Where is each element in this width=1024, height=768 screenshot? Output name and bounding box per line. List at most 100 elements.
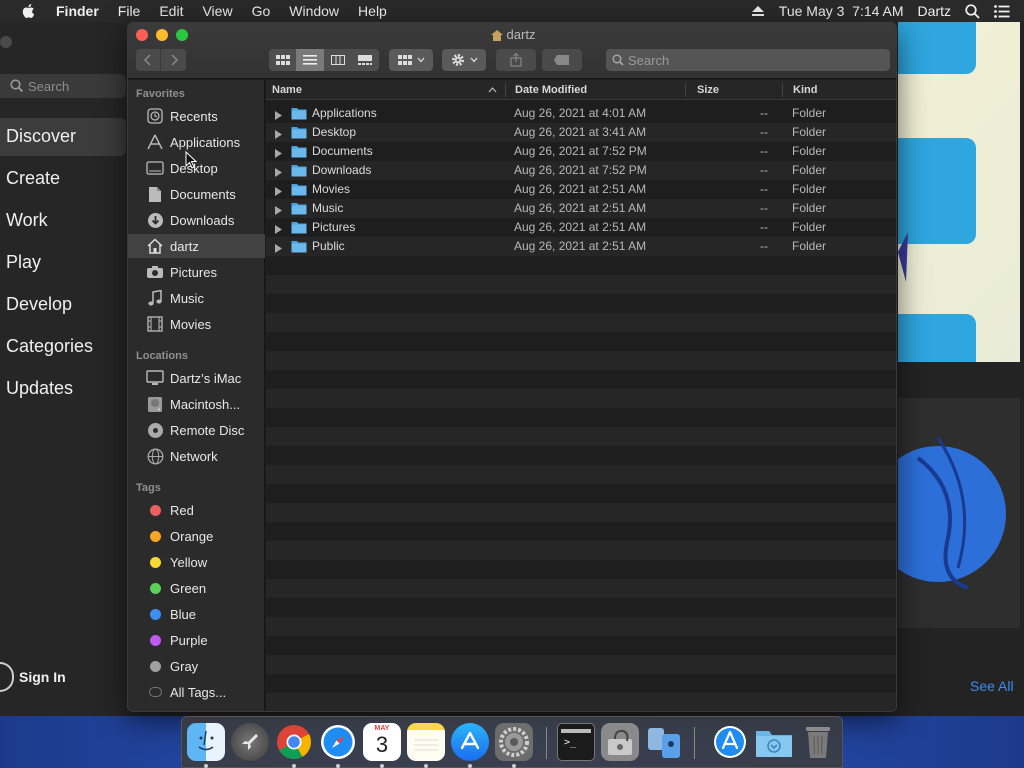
launchpad-icon[interactable] [231, 723, 269, 761]
sidebar-item-music[interactable]: Music [128, 286, 265, 310]
app-store-search-input[interactable]: Search [0, 74, 126, 98]
downloads-folder-icon[interactable] [755, 723, 793, 761]
menu-user[interactable]: Dartz [918, 3, 951, 19]
column-view-button[interactable] [324, 49, 351, 71]
menu-go[interactable]: Go [252, 3, 271, 19]
table-row[interactable]: Applications Aug 26, 2021 at 4:01 AM -- Fol… [266, 104, 896, 123]
eject-icon[interactable] [751, 5, 765, 17]
disclosure-triangle-icon[interactable] [275, 147, 282, 161]
disclosure-triangle-icon[interactable] [275, 128, 282, 142]
nav-updates[interactable]: Updates [6, 378, 73, 399]
app-store-downloads-icon[interactable] [711, 723, 749, 761]
sidebar-tag-purple[interactable]: Purple [128, 628, 265, 652]
terminal-icon[interactable]: >_ [557, 723, 595, 761]
nav-discover[interactable]: Discover [6, 126, 76, 147]
calendar-icon[interactable]: MAY 3 [363, 723, 401, 761]
nav-categories[interactable]: Categories [6, 336, 93, 357]
sidebar-tag-gray[interactable]: Gray [128, 654, 265, 678]
menu-help[interactable]: Help [358, 3, 387, 19]
list-icon [303, 55, 317, 65]
menu-edit[interactable]: Edit [159, 3, 183, 19]
column-header-size[interactable]: Size [697, 84, 719, 96]
table-row[interactable]: Downloads Aug 26, 2021 at 7:52 PM -- Folder [266, 161, 896, 180]
table-row[interactable]: Pictures Aug 26, 2021 at 2:51 AM -- Folder [266, 218, 896, 237]
featured-card-artwork[interactable] [870, 398, 1020, 628]
menu-clock[interactable]: Tue May 3 7:14 AM [779, 3, 904, 19]
sidebar-item-downloads[interactable]: Downloads [128, 208, 265, 232]
sidebar-item-pictures[interactable]: Pictures [128, 260, 265, 284]
sidebar-item-label: Blue [170, 606, 197, 622]
sidebar-item-documents[interactable]: Documents [128, 182, 265, 206]
featured-artwork[interactable] [888, 12, 1020, 374]
table-row[interactable]: Music Aug 26, 2021 at 2:51 AM -- Folder [266, 199, 896, 218]
disclosure-triangle-icon[interactable] [275, 166, 282, 180]
system-preferences-icon[interactable] [495, 723, 533, 761]
edit-tags-button[interactable] [542, 49, 582, 71]
finder-search-input[interactable]: Search [606, 49, 890, 71]
menu-app-finder[interactable]: Finder [56, 3, 99, 19]
menu-bar: Finder File Edit View Go Window Help Tue… [0, 0, 1024, 22]
file-date-modified: Aug 26, 2021 at 2:51 AM [514, 201, 647, 215]
disclosure-triangle-icon[interactable] [275, 109, 282, 123]
disclosure-triangle-icon[interactable] [275, 223, 282, 237]
nav-play[interactable]: Play [6, 252, 41, 273]
sidebar-item-remote-disc[interactable]: Remote Disc [128, 418, 265, 442]
sidebar-item-imac[interactable]: Dartz’s iMac [128, 366, 265, 390]
gallery-view-button[interactable] [351, 49, 379, 71]
menu-file[interactable]: File [118, 3, 141, 19]
forward-button[interactable] [161, 49, 186, 71]
spotlight-search-icon[interactable] [965, 3, 980, 19]
chrome-icon[interactable] [275, 723, 313, 761]
table-row[interactable]: Documents Aug 26, 2021 at 7:52 PM -- Folder [266, 142, 896, 161]
sidebar-item-label: Pictures [170, 264, 217, 280]
list-view-button[interactable] [296, 49, 324, 71]
nav-work[interactable]: Work [6, 210, 48, 231]
menu-view[interactable]: View [202, 3, 232, 19]
gallery-icon [358, 55, 372, 65]
notification-center-icon[interactable] [994, 4, 1010, 18]
notes-icon[interactable] [407, 723, 445, 761]
sidebar-all-tags[interactable]: All Tags... [128, 680, 265, 704]
back-button[interactable] [136, 49, 161, 71]
disclosure-triangle-icon[interactable] [275, 242, 282, 256]
sidebar-item-dartz[interactable]: dartz [128, 234, 265, 258]
sidebar-item-recents[interactable]: Recents [128, 104, 265, 128]
safari-icon[interactable] [319, 723, 357, 761]
disk-utility-icon[interactable] [601, 723, 639, 761]
column-header-name[interactable]: Name [272, 84, 302, 96]
sidebar-item-network[interactable]: Network [128, 444, 265, 468]
see-all-link[interactable]: See All [970, 678, 1014, 694]
menu-window[interactable]: Window [289, 3, 339, 19]
disclosure-triangle-icon[interactable] [275, 204, 282, 218]
disclosure-triangle-icon[interactable] [275, 185, 282, 199]
window-control-dot[interactable] [0, 36, 12, 48]
table-row[interactable]: Public Aug 26, 2021 at 2:51 AM -- Folder [266, 237, 896, 256]
icon-view-button[interactable] [269, 49, 296, 71]
finder-icon[interactable] [187, 723, 225, 761]
group-by-button[interactable] [389, 49, 433, 71]
folder-icon [291, 183, 307, 199]
column-header-date-modified[interactable]: Date Modified [515, 84, 587, 96]
action-menu-button[interactable] [442, 49, 486, 71]
empty-row-stripe [266, 275, 896, 294]
table-row[interactable]: Movies Aug 26, 2021 at 2:51 AM -- Folder [266, 180, 896, 199]
app-store-icon[interactable] [451, 723, 489, 761]
share-button[interactable] [496, 49, 536, 71]
sidebar-tag-blue[interactable]: Blue [128, 602, 265, 626]
sidebar-tag-yellow[interactable]: Yellow [128, 550, 265, 574]
nav-create[interactable]: Create [6, 168, 60, 189]
table-row[interactable]: Desktop Aug 26, 2021 at 3:41 AM -- Folder [266, 123, 896, 142]
apple-icon[interactable] [20, 2, 38, 20]
sidebar-item-label: Orange [170, 528, 214, 544]
migration-assistant-icon[interactable] [645, 723, 683, 761]
sidebar-item-movies[interactable]: Movies [128, 312, 265, 336]
sidebar-tag-green[interactable]: Green [128, 576, 265, 600]
nav-develop[interactable]: Develop [6, 294, 72, 315]
trash-icon[interactable] [799, 723, 837, 761]
sidebar-tag-orange[interactable]: Orange [128, 524, 265, 548]
sign-in-button[interactable]: Sign In [0, 662, 66, 692]
column-header-kind[interactable]: Kind [793, 84, 817, 96]
sidebar-tag-red[interactable]: Red [128, 498, 265, 522]
sidebar-item-macintosh-hd[interactable]: Macintosh... [128, 392, 265, 416]
camera-icon [145, 263, 165, 281]
